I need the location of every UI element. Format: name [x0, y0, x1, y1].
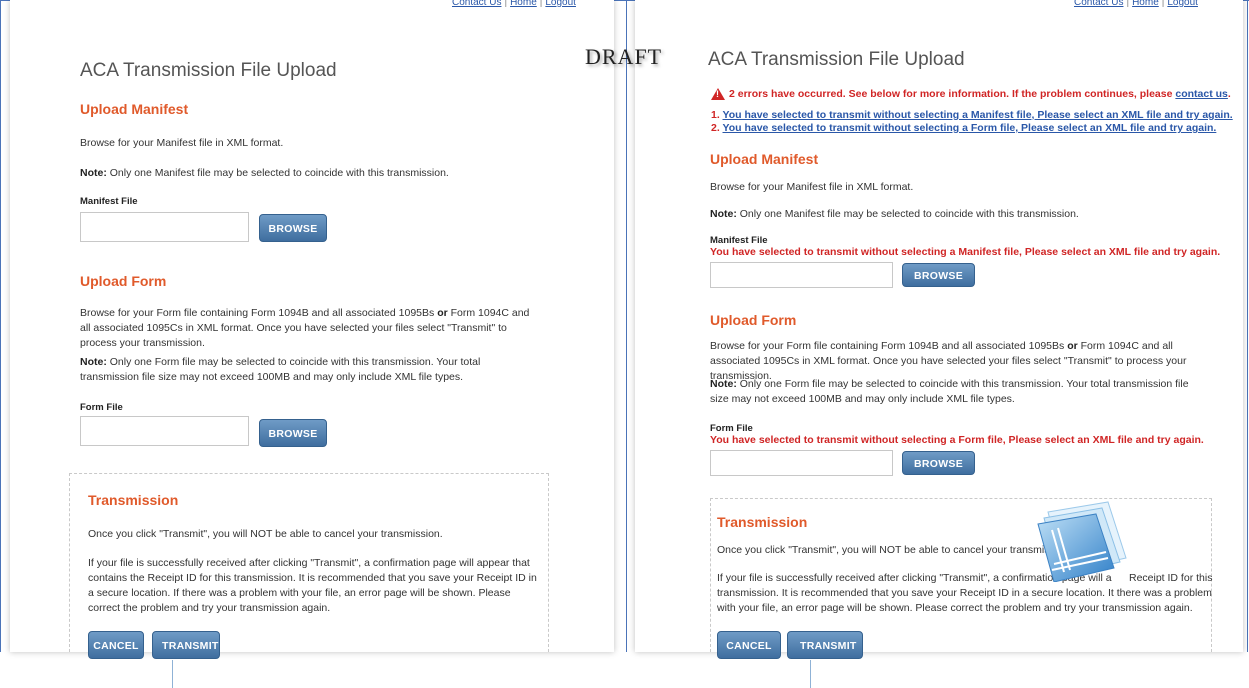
- page-title: ACA Transmission File Upload: [708, 49, 965, 70]
- chevron-right-icon: ›: [810, 660, 823, 688]
- transmit-button[interactable]: TRANSMIT ›: [787, 631, 863, 688]
- home-link[interactable]: Home: [510, 0, 537, 8]
- contact-us-link[interactable]: Contact Us: [1074, 0, 1123, 8]
- form-note: Note: Only one Form file may be selected…: [80, 356, 481, 383]
- manifest-file-input[interactable]: [710, 262, 893, 288]
- transmission-info-line1-end: Receipt ID for this: [1129, 572, 1213, 584]
- manifest-note: Note: Only one Manifest file may be sele…: [80, 167, 449, 179]
- error-link-form[interactable]: You have selected to transmit without se…: [723, 122, 1217, 134]
- logout-link[interactable]: Logout: [1167, 0, 1198, 8]
- form-browse-text: Browse for your Form file containing For…: [80, 307, 530, 349]
- form-file-input[interactable]: [80, 416, 249, 446]
- warning-icon: [711, 88, 725, 100]
- transmission-cancel-warning: Once you click "Transmit", you will NOT …: [717, 544, 1072, 556]
- document-stack-graphic: [1037, 501, 1127, 582]
- right-screenshot-panel: Contact Us | Home | Logout ACA Transmission …: [627, 0, 1249, 688]
- transmission-info: If your file is successfully received af…: [88, 557, 537, 614]
- form-file-label: Form File: [80, 402, 123, 413]
- manifest-browse-text: Browse for your Manifest file in XML for…: [80, 137, 284, 149]
- error-item: 2. You have selected to transmit without…: [711, 122, 1217, 134]
- form-browse-button[interactable]: BROWSE: [259, 419, 327, 447]
- contact-us-inline-link[interactable]: contact us: [1175, 88, 1228, 100]
- upload-manifest-heading: Upload Manifest: [710, 151, 819, 167]
- form-note: Note: Only one Form file may be selected…: [710, 378, 1189, 405]
- manifest-browse-button[interactable]: BROWSE: [259, 214, 327, 242]
- manifest-file-input[interactable]: [80, 212, 249, 242]
- transmission-info-rest: transmission. It is recommended that you…: [717, 587, 1212, 614]
- logout-link[interactable]: Logout: [545, 0, 576, 8]
- cancel-button[interactable]: CANCEL: [717, 631, 781, 659]
- left-screenshot-panel: Contact Us | Home | Logout ACA Transmission …: [0, 0, 626, 688]
- cancel-button[interactable]: CANCEL: [88, 631, 144, 659]
- error-link-manifest[interactable]: You have selected to transmit without se…: [723, 109, 1233, 121]
- form-file-input[interactable]: [710, 450, 893, 476]
- transmission-cancel-warning: Once you click "Transmit", you will NOT …: [88, 528, 443, 540]
- manifest-field-error: You have selected to transmit without se…: [710, 246, 1221, 258]
- form-field-error: You have selected to transmit without se…: [710, 434, 1204, 446]
- error-list: 1. You have selected to transmit without…: [711, 109, 1233, 135]
- form-browse-button[interactable]: BROWSE: [902, 451, 975, 475]
- chevron-right-icon: ›: [172, 660, 185, 688]
- home-link[interactable]: Home: [1132, 0, 1159, 8]
- upload-form-heading: Upload Form: [710, 312, 797, 328]
- contact-us-link[interactable]: Contact Us: [452, 0, 501, 8]
- manifest-note: Note: Only one Manifest file may be sele…: [710, 208, 1079, 220]
- error-item: 1. You have selected to transmit without…: [711, 109, 1233, 121]
- manifest-browse-text: Browse for your Manifest file in XML for…: [710, 181, 914, 193]
- upload-form-heading: Upload Form: [80, 273, 167, 289]
- manifest-browse-button[interactable]: BROWSE: [902, 263, 975, 287]
- transmission-heading: Transmission: [88, 492, 179, 508]
- form-file-label: Form File: [710, 423, 753, 434]
- page-title: ACA Transmission File Upload: [80, 60, 337, 81]
- draft-watermark: DRAFT: [585, 44, 663, 69]
- transmit-button[interactable]: TRANSMIT ›: [152, 631, 220, 688]
- manifest-file-label: Manifest File: [710, 235, 768, 246]
- manifest-file-label: Manifest File: [80, 196, 138, 207]
- upload-manifest-heading: Upload Manifest: [80, 101, 189, 117]
- transmit-button-label: TRANSMIT: [162, 640, 219, 652]
- top-links: Contact Us | Home | Logout: [452, 0, 576, 8]
- transmission-heading: Transmission: [717, 514, 808, 530]
- transmit-button-label: TRANSMIT: [800, 640, 857, 652]
- error-summary: 2 errors have occurred. See below for mo…: [729, 88, 1231, 100]
- top-links: Contact Us | Home | Logout: [1074, 0, 1198, 8]
